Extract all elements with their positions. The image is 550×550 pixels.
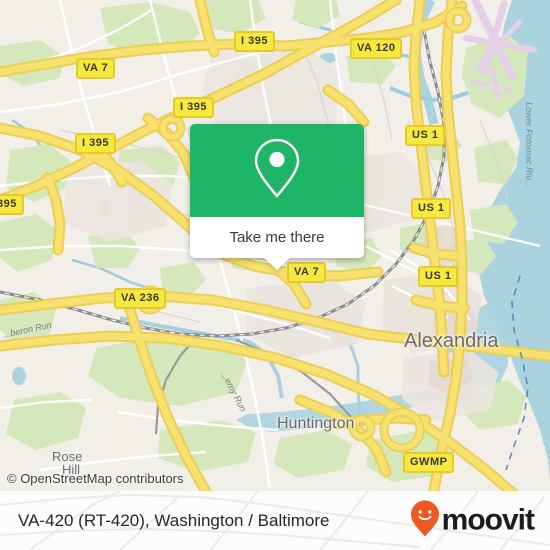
take-me-there-button[interactable]: Take me there [190,217,364,258]
road-shield: US 1 [411,198,452,219]
page-title: VA-420 (RT-420), Washington / Baltimore [18,510,330,530]
road-shield: I 395 [234,31,275,52]
moovit-smiling-pin-icon [410,499,440,542]
station-popup-card[interactable]: Take me there [190,124,364,270]
water-label: Lower Potomac Riv... [524,102,534,187]
road-shield: I 395 [173,97,214,118]
popup-pointer-tail [264,258,290,270]
place-label: Alexandria [404,330,499,352]
map-pin-icon [253,137,301,204]
osm-attribution[interactable]: © OpenStreetMap contributors [7,471,184,486]
map-canvas[interactable]: I 395 VA 120 VA 7 I 395 US 1 I 395 395 US 1 VA 7… [0,0,550,550]
road-shield: US 1 [418,266,459,287]
road-shield: VA 120 [350,38,403,59]
moovit-station-map-screen: I 395 VA 120 VA 7 I 395 US 1 I 395 395 US 1 VA 7… [0,0,550,550]
road-shield: VA 236 [114,288,167,309]
road-shield: GWMP [403,452,455,473]
moovit-brand[interactable]: moovit [410,499,535,542]
road-shield: VA 7 [287,262,327,283]
road-shield: VA 7 [76,58,116,79]
bottom-info-bar: VA-420 (RT-420), Washington / Baltimore … [0,491,550,550]
road-shield: US 1 [405,125,446,146]
take-me-there-label: Take me there [229,229,325,246]
place-label: Huntington [277,415,355,432]
popup-icon-area [190,124,364,217]
map-vector-layer [0,0,550,550]
moovit-wordmark: moovit [441,503,535,537]
road-shield: 395 [0,194,24,215]
road-shield: I 395 [75,133,116,154]
